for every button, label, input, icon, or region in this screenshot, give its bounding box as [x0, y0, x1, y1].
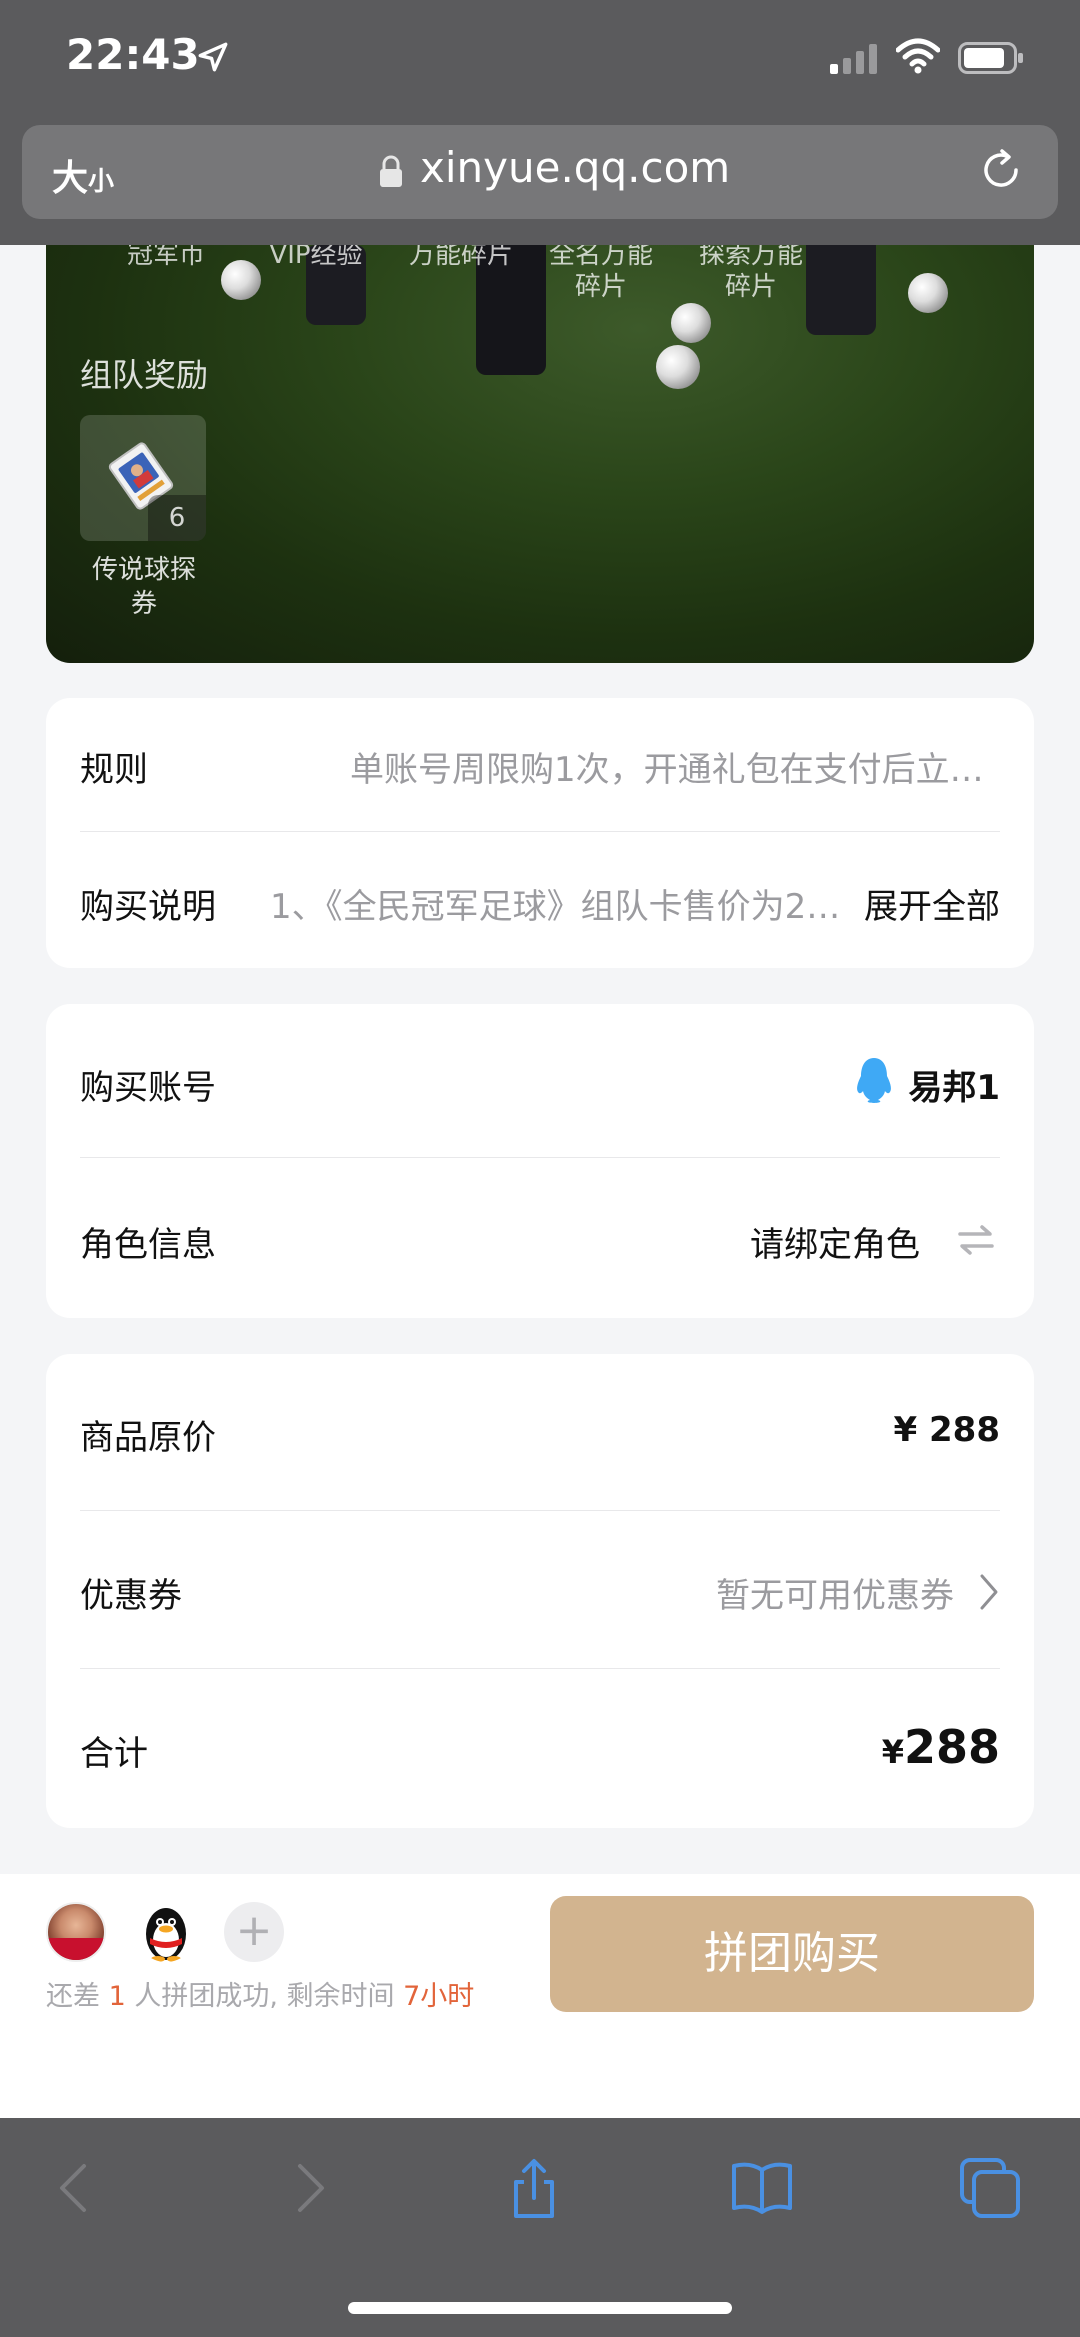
banner-item-label: VIP经验 [269, 245, 363, 270]
group-buy-button[interactable]: 拼团购买 [550, 1896, 1034, 2012]
purchase-info-text: 1、《全民冠军足球》组队卡售价为288元 [270, 887, 850, 927]
role-info-label: 角色信息 [80, 1225, 216, 1265]
total-row: 合计 ¥288 [80, 1720, 1000, 1780]
reload-icon[interactable] [978, 147, 1024, 193]
purchase-info-row: 购买说明 1、《全民冠军足球》组队卡售价为288元 展开全部 [80, 879, 1000, 929]
url-text[interactable]: xinyue.qq.com [420, 143, 730, 192]
remaining-time: 7小时 [403, 1981, 475, 2012]
original-price-value: ¥ 288 [893, 1410, 1000, 1450]
status-time: 22:43 [66, 30, 200, 79]
divider [80, 1157, 1000, 1158]
wifi-icon [896, 38, 940, 74]
forward-icon[interactable] [276, 2156, 340, 2220]
rules-label: 规则 [80, 750, 148, 790]
banner-item-label: 探索万能 碎片 [698, 245, 803, 302]
tabs-icon[interactable] [958, 2156, 1022, 2220]
account-label: 购买账号 [80, 1068, 216, 1108]
qq-penguin-icon [857, 1058, 891, 1103]
browser-address-area: 大小 xinyue.qq.com [0, 125, 1080, 245]
coupon-label: 优惠券 [80, 1576, 182, 1616]
team-reward-title: 组队奖励 [80, 356, 209, 394]
account-row[interactable]: 购买账号 易邦1 [80, 1058, 1000, 1110]
swap-icon[interactable] [956, 1223, 996, 1257]
banner-item-label: 万能碎片 [408, 245, 513, 270]
total-amount: 288 [903, 1720, 1000, 1774]
role-info-row[interactable]: 角色信息 请绑定角色 [80, 1217, 1000, 1267]
status-bar: 22:43 [0, 0, 1080, 125]
banner-ball [671, 303, 711, 343]
original-price-label: 商品原价 [80, 1418, 216, 1458]
divider [80, 1668, 1000, 1669]
coupon-row[interactable]: 优惠券 暂无可用优惠券 [80, 1568, 1000, 1618]
price-card: 商品原价 ¥ 288 优惠券 暂无可用优惠券 合计 ¥288 [46, 1354, 1034, 1828]
location-arrow-icon [198, 42, 228, 72]
battery-icon [958, 42, 1023, 74]
total-value: ¥288 [882, 1720, 1000, 1774]
back-icon[interactable] [44, 2156, 108, 2220]
banner-ball [656, 345, 700, 389]
reward-name: 传说球探 券 [91, 555, 196, 619]
role-info-value: 请绑定角色 [750, 1225, 920, 1265]
rules-card: 规则 单账号周限购1次，开通礼包在支付后立即发放 购买说明 1、《全民冠军足球》… [46, 698, 1034, 968]
home-indicator [348, 2302, 732, 2314]
total-currency: ¥ [881, 1733, 904, 1771]
reward-tile[interactable]: 6 [80, 415, 206, 541]
account-card: 购买账号 易邦1 角色信息 请绑定角色 [46, 1004, 1034, 1318]
share-icon[interactable] [502, 2156, 566, 2220]
lock-icon [380, 155, 402, 187]
bookmarks-icon[interactable] [730, 2156, 794, 2220]
account-name: 易邦1 [908, 1068, 1000, 1108]
banner-item-label: 全名万能 碎片 [548, 245, 653, 302]
banner-item-label: 冠军币 [126, 245, 205, 270]
reward-count: 6 [148, 495, 206, 541]
chevron-right-icon [980, 1574, 998, 1610]
rules-row[interactable]: 规则 单账号周限购1次，开通礼包在支付后立即发放 [80, 742, 1000, 792]
missing-count: 1 [108, 1981, 126, 2012]
address-bar[interactable]: 大小 xinyue.qq.com [22, 125, 1058, 219]
original-price-row: 商品原价 ¥ 288 [80, 1410, 1000, 1460]
text-size-button[interactable]: 大小 [52, 149, 114, 201]
rules-text: 单账号周限购1次，开通礼包在支付后立即发放 [350, 750, 1000, 790]
cellular-signal-icon [830, 44, 877, 74]
coupon-value: 暂无可用优惠券 [716, 1576, 954, 1616]
expand-all-button[interactable]: 展开全部 [864, 879, 1000, 928]
reward-banner: 冠军币 VIP经验 万能碎片 全名万能 碎片 探索万能 碎片 组队奖励 6 传说… [46, 245, 1034, 663]
total-label: 合计 [80, 1734, 148, 1774]
divider [80, 1510, 1000, 1511]
divider [80, 831, 1000, 832]
add-member-button[interactable]: + [224, 1902, 284, 1962]
group-status-text: 还差 1 人拼团成功, 剩余时间 7小时 [46, 1981, 475, 2012]
banner-item-labels: 冠军币 VIP经验 万能碎片 全名万能 碎片 探索万能 碎片 [46, 245, 1034, 302]
purchase-info-label: 购买说明 [80, 887, 216, 927]
qq-penguin-avatar-icon [146, 1908, 186, 1962]
avatar [46, 1902, 106, 1962]
group-buy-bar: + 还差 1 人拼团成功, 剩余时间 7小时 拼团购买 [0, 1874, 1080, 2118]
